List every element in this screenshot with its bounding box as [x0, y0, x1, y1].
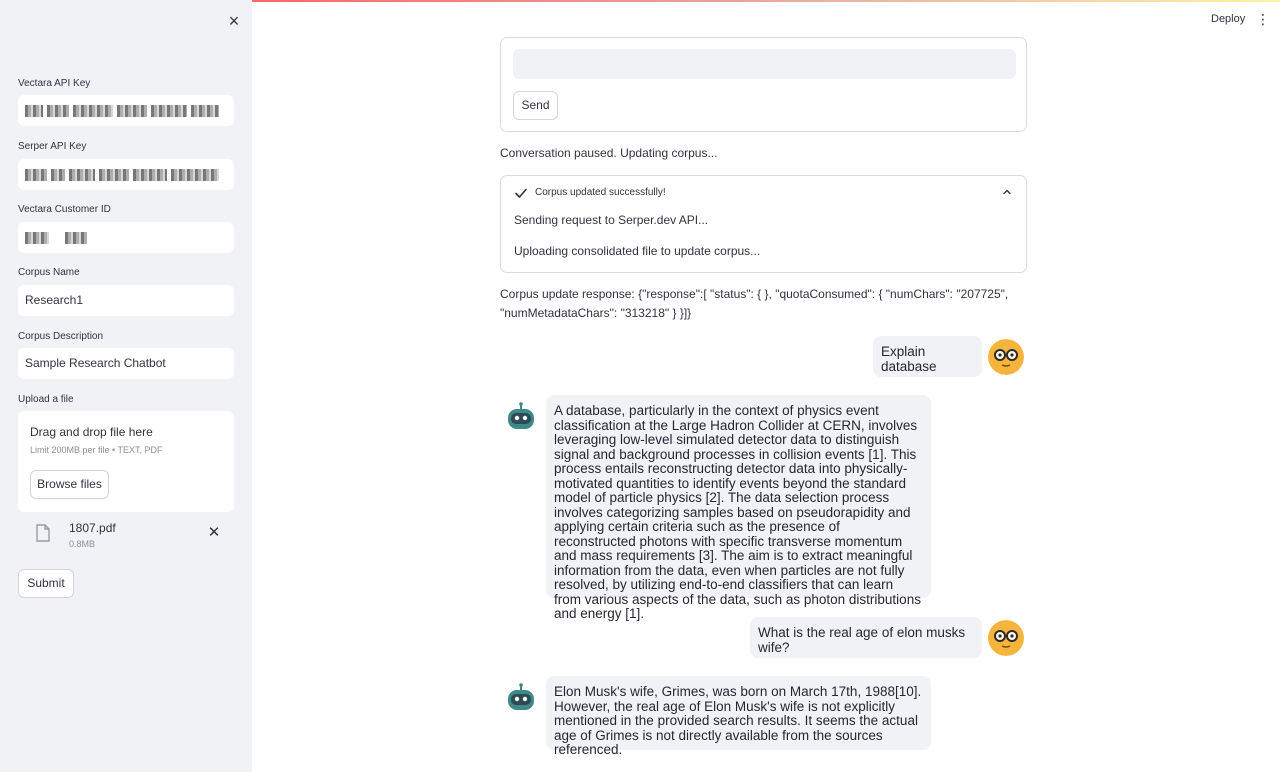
corpus-description-label: Corpus Description	[18, 331, 104, 342]
assistant-message-2: Elon Musk's wife, Grimes, was born on Ma…	[546, 676, 931, 757]
masked-value	[25, 159, 219, 190]
expander-step-2: Uploading consolidated file to update co…	[514, 244, 761, 258]
main-menu-icon[interactable]: ⋮	[1255, 10, 1271, 28]
user-avatar-icon	[988, 620, 1024, 656]
file-icon	[36, 524, 50, 542]
user-message-1: Explain database	[873, 336, 982, 377]
chat-form: Send	[500, 37, 1027, 132]
vectara-api-key-input[interactable]	[18, 95, 234, 126]
user-message-2: What is the real age of elon musks wife?	[750, 617, 982, 658]
sidebar: × Vectara API Key Serper API Key Vectara…	[0, 0, 252, 772]
upload-label: Upload a file	[18, 394, 74, 405]
file-dropzone[interactable]: Drag and drop file here Limit 200MB per …	[18, 411, 234, 512]
corpus-response-text: Corpus update response: {"response":[ "s…	[500, 287, 1009, 320]
serper-api-key-input[interactable]	[18, 159, 234, 190]
chevron-up-icon[interactable]	[1001, 186, 1013, 198]
submit-button[interactable]: Submit	[18, 569, 74, 598]
uploaded-file-row: 1807.pdf 0.8MB ✕	[18, 516, 234, 556]
file-name: 1807.pdf	[69, 521, 116, 535]
customer-id-input[interactable]	[18, 222, 234, 253]
dropzone-limit: Limit 200MB per file • TEXT, PDF	[30, 445, 163, 455]
bot-avatar-icon	[503, 681, 539, 717]
corpus-name-label: Corpus Name	[18, 267, 80, 278]
masked-value	[25, 222, 87, 253]
dropzone-title: Drag and drop file here	[30, 425, 153, 439]
vectara-api-key-label: Vectara API Key	[18, 78, 91, 89]
file-size: 0.8MB	[69, 539, 96, 549]
browse-files-button[interactable]: Browse files	[30, 470, 109, 499]
status-expander: Corpus updated successfully! Sending req…	[500, 175, 1027, 273]
deploy-button[interactable]: Deploy	[1205, 11, 1251, 27]
corpus-name-input[interactable]: Research1	[18, 285, 234, 316]
remove-file-icon[interactable]: ✕	[205, 524, 223, 542]
assistant-message-1: A database, particularly in the context …	[546, 395, 931, 621]
status-text: Conversation paused. Updating corpus...	[500, 146, 718, 160]
close-sidebar-icon[interactable]: ×	[224, 11, 244, 31]
expander-title: Corpus updated successfully!	[535, 187, 666, 198]
check-icon	[515, 188, 527, 198]
bot-avatar-icon	[503, 400, 539, 436]
customer-id-label: Vectara Customer ID	[18, 204, 111, 215]
user-avatar-icon	[988, 339, 1024, 375]
expander-step-1: Sending request to Serper.dev API...	[514, 213, 709, 227]
serper-api-key-label: Serper API Key	[18, 141, 87, 152]
corpus-description-input[interactable]: Sample Research Chatbot	[18, 348, 234, 379]
send-button[interactable]: Send	[513, 91, 558, 120]
chat-text-input[interactable]	[513, 49, 1016, 79]
masked-value	[25, 95, 219, 126]
